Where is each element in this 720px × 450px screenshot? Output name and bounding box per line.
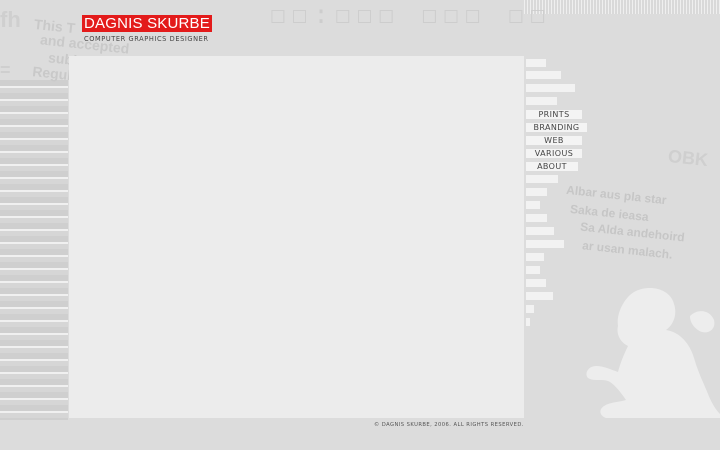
nav-item-web[interactable]: WEB [526,136,582,145]
decorative-bar [526,188,547,196]
nav-item-various[interactable]: VARIOUS [526,149,582,158]
nav-item-branding[interactable]: BRANDING [526,123,587,132]
page: ☐☐:☐☐☐ ☐☐☐ ☐☐ fh = This T and accepted s… [0,0,720,450]
decorative-bar [526,175,558,183]
decorative-bar [526,214,547,222]
decorative-bar [526,59,546,67]
nav-item-prints[interactable]: PRINTS [526,110,582,119]
decorative-bar [526,318,530,326]
decorative-bar [526,305,534,313]
site-logo[interactable]: DAGNIS SKURBE [82,15,212,32]
copyright-text: © DAGNIS SKURBE, 2006. ALL RIGHTS RESERV… [374,422,524,428]
site-subtitle: COMPUTER GRAPHICS DESIGNER [84,35,209,43]
decorative-bar [526,97,557,105]
decorative-bar [526,201,540,209]
decorative-bar [526,227,554,235]
decorative-bar [526,266,540,274]
content-panel [69,56,524,418]
decorative-bar [526,292,553,300]
child-silhouette-icon [586,288,720,418]
decorative-bar [526,84,575,92]
decorative-bar [526,279,546,287]
background-text-fragment: fh [0,7,21,32]
decorative-bar [526,240,564,248]
background-text-fragment: OBK [667,145,709,171]
decorative-bar [526,71,561,79]
nav-item-about[interactable]: ABOUT [526,162,578,171]
barcode-decoration [524,0,720,14]
decorative-bar [526,253,544,261]
background-text-fragment: = [0,60,11,80]
left-stripes-decoration [0,80,68,420]
background-numbers: ☐☐:☐☐☐ ☐☐☐ ☐☐ [270,1,552,31]
